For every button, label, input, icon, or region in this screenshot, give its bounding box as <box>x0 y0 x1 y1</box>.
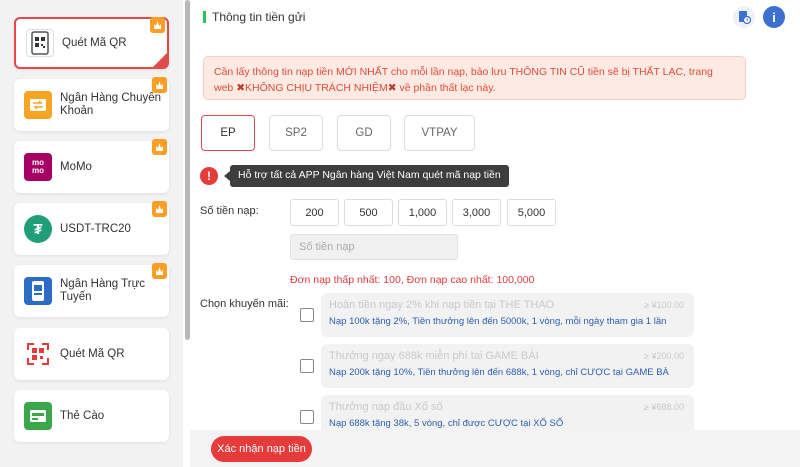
gateway-tab-sp2[interactable]: SP2 <box>269 115 323 151</box>
deposit-history-icon[interactable] <box>733 6 755 28</box>
promotion-min-amount: ≥ ¥100.00 <box>644 300 684 310</box>
promotion-card[interactable]: Thưởng ngay 688k miễn phí tại GAME BÀI ≥… <box>321 344 694 388</box>
hot-badge-icon <box>152 201 167 217</box>
selected-corner-icon <box>153 53 167 67</box>
amount-input[interactable] <box>290 234 458 260</box>
sidebar-item-momo[interactable]: mo mo MoMo <box>14 139 169 193</box>
sidebar-item-online-bank[interactable]: Ngân Hàng Trực Tuyến <box>14 263 169 317</box>
online-bank-icon <box>24 277 52 305</box>
sidebar-scrollbar[interactable] <box>185 0 190 340</box>
sidebar-item-bank-transfer[interactable]: Ngân Hàng Chuyển Khoản <box>14 77 169 131</box>
bank-support-tooltip: Hỗ trợ tất cả APP Ngân hàng Việt Nam qué… <box>224 165 509 187</box>
momo-icon: mo mo <box>24 153 52 181</box>
promotion-option: Thưởng ngay 688k miễn phí tại GAME BÀI ≥… <box>298 344 698 388</box>
hot-badge-icon <box>150 17 165 33</box>
amount-preset-3000[interactable]: 3,000 <box>452 199 501 226</box>
max-deposit-label: Đơn nạp cao nhất: <box>406 274 494 286</box>
promotion-checkbox[interactable] <box>300 359 314 373</box>
notice-text: về phần thất lạc này. <box>396 82 496 94</box>
sidebar-item-label: Quét Mã QR <box>60 347 125 360</box>
hot-badge-icon <box>152 139 167 155</box>
min-deposit-label: Đơn nạp thấp nhất: <box>290 274 381 286</box>
promotion-option: Hoàn tiền ngay 2% khi nạp tiền tại THE T… <box>298 293 698 337</box>
promotion-title: Hoàn tiền ngay 2% khi nạp tiền tại THE T… <box>329 299 555 311</box>
amount-preset-1000[interactable]: 1,000 <box>398 199 447 226</box>
gateway-tab-ep[interactable]: EP <box>201 115 255 151</box>
promotion-checkbox[interactable] <box>300 410 314 424</box>
sidebar-item-label: MoMo <box>60 160 92 173</box>
bank-transfer-icon <box>24 91 52 119</box>
min-deposit-value: 100, <box>383 274 404 286</box>
amount-preset-5000[interactable]: 5,000 <box>507 199 556 226</box>
deposit-header: Thông tin tiền gửi i <box>190 0 800 36</box>
gateway-tab-gd[interactable]: GD <box>337 115 391 151</box>
sidebar-item-qr-scan[interactable]: Quét Mã QR <box>14 17 169 69</box>
page-title: Thông tin tiền gửi <box>212 10 306 24</box>
promotion-title: Thưởng nạp đầu Xổ số <box>329 401 443 413</box>
deposit-limits: Đơn nạp thấp nhất: 100, Đơn nạp cao nhất… <box>290 274 534 286</box>
sidebar-item-label: USDT-TRC20 <box>60 222 131 235</box>
promotion-title: Thưởng ngay 688k miễn phí tại GAME BÀI <box>329 350 539 362</box>
amount-preset-200[interactable]: 200 <box>290 199 339 226</box>
sidebar-item-label: Thẻ Cào <box>60 409 105 422</box>
hot-badge-icon <box>152 77 167 93</box>
max-deposit-value: 100,000 <box>496 274 535 286</box>
promotion-min-amount: ≥ ¥200.00 <box>644 351 684 361</box>
promotion-label: Chọn khuyến mãi: <box>200 298 289 310</box>
info-icon[interactable]: i <box>763 6 785 28</box>
promotion-description: Nạp 688k tặng 38k, 5 vòng, chỉ được CƯỢC… <box>329 418 564 429</box>
header-accent-bar <box>203 11 206 23</box>
qr-phone-icon <box>26 29 54 57</box>
notice-text-strong: KHÔNG CHỊU TRÁCH NHIỆM <box>245 82 388 94</box>
usdt-icon: ₮ <box>24 215 52 243</box>
sidebar-item-label: Ngân Hàng Trực Tuyến <box>60 278 146 303</box>
deposit-warning-notice: Cần lấy thông tin nạp tiền MỚI NHẤT cho … <box>203 56 746 100</box>
qr-code-icon <box>24 340 52 368</box>
cross-mark-icon: ✖ <box>387 82 397 94</box>
sidebar-item-scratch-card[interactable]: Thẻ Cào <box>14 390 169 442</box>
cross-mark-icon: ✖ <box>236 82 245 94</box>
sidebar-item-qr-code[interactable]: Quét Mã QR <box>14 328 169 380</box>
warning-icon[interactable]: ! <box>200 167 218 185</box>
confirm-deposit-button[interactable]: Xác nhận nạp tiền <box>211 436 312 462</box>
amount-label: Số tiền nạp: <box>200 205 259 217</box>
scratch-card-icon <box>24 402 52 430</box>
promotion-description: Nạp 200k tặng 10%, Tiền thưởng lên đến 6… <box>329 367 669 378</box>
sidebar-item-label: Quét Mã QR <box>62 36 127 49</box>
amount-preset-500[interactable]: 500 <box>344 199 393 226</box>
promotion-min-amount: ≥ ¥688.00 <box>644 402 684 412</box>
promotion-description: Nạp 100k tặng 2%, Tiền thưởng lên đến 50… <box>329 316 667 327</box>
gateway-tab-vtpay[interactable]: VTPAY <box>404 115 475 151</box>
hot-badge-icon <box>152 263 167 279</box>
promotion-card[interactable]: Hoàn tiền ngay 2% khi nạp tiền tại THE T… <box>321 293 694 337</box>
promotion-checkbox[interactable] <box>300 308 314 322</box>
sidebar-item-usdt[interactable]: ₮ USDT-TRC20 <box>14 201 169 255</box>
sidebar-item-label: Ngân Hàng Chuyển Khoản <box>60 92 162 117</box>
